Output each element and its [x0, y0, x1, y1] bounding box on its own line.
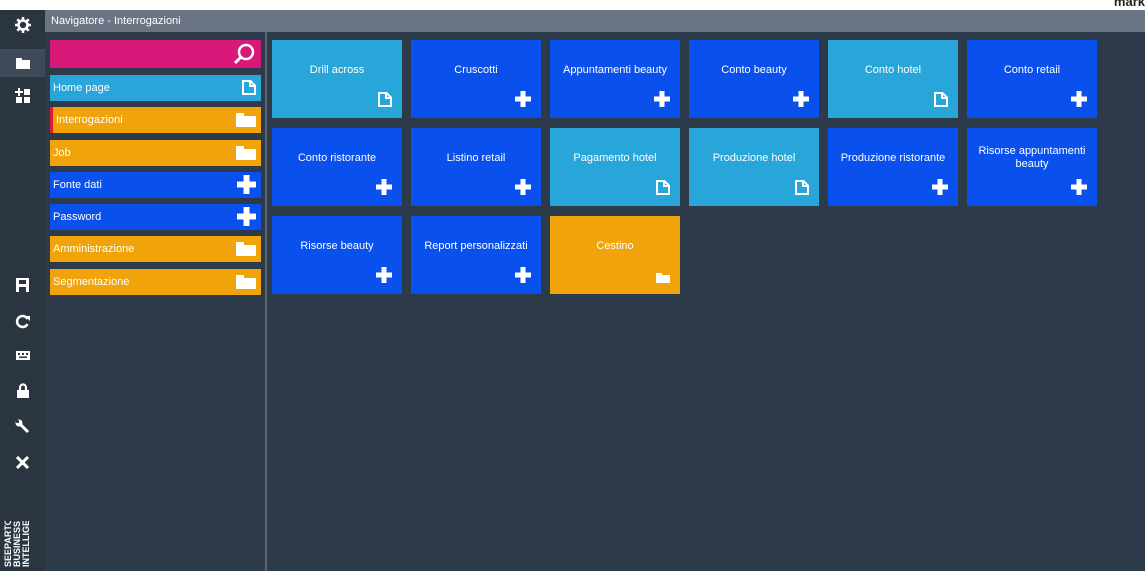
- document-icon: [378, 92, 392, 110]
- tile[interactable]: Drill across: [272, 40, 402, 118]
- document-icon: [242, 79, 256, 105]
- nav-item[interactable]: Interrogazioni: [50, 107, 261, 133]
- folder-icon: [236, 144, 256, 170]
- plus-icon: [932, 179, 948, 198]
- plus-icon: [1071, 91, 1087, 110]
- plus-icon: [376, 267, 392, 286]
- plus-icon: [237, 207, 256, 236]
- close-icon[interactable]: [0, 448, 45, 476]
- tile-label: Produzione ristorante: [840, 152, 946, 164]
- tile-label: Conto beauty: [721, 64, 787, 76]
- nav-item[interactable]: Segmentazione: [50, 269, 261, 295]
- brand-logo: SEEPARTOUT BUSINESS INTELLIGENCE: [4, 521, 31, 567]
- nav-item-label: Fonte dati: [53, 179, 102, 191]
- lock-icon[interactable]: [0, 376, 45, 404]
- tile[interactable]: Produzione ristorante: [828, 128, 958, 206]
- tile[interactable]: Conto ristorante: [272, 128, 402, 206]
- folder-icon: [236, 273, 256, 299]
- nav-item-label: Home page: [53, 82, 110, 94]
- nav-item-label: Job: [53, 147, 71, 159]
- search-icon[interactable]: [233, 43, 255, 70]
- folder-icon: [236, 240, 256, 266]
- plus-icon: [376, 179, 392, 198]
- app-window: SEEPARTOUT BUSINESS INTELLIGENCE Navigat…: [0, 10, 1145, 571]
- nav-item-label: Segmentazione: [53, 276, 130, 288]
- tile[interactable]: Report personalizzati: [411, 216, 541, 294]
- nav-item[interactable]: Fonte dati: [50, 172, 261, 198]
- plus-icon: [515, 179, 531, 198]
- nav-item[interactable]: Job: [50, 140, 261, 166]
- folder-icon: [656, 273, 670, 286]
- nav-item[interactable]: Password: [50, 204, 261, 230]
- tile-label: Produzione hotel: [712, 152, 796, 164]
- plus-icon: [515, 267, 531, 286]
- plus-icon: [654, 91, 670, 110]
- nav-item-label: Amministrazione: [53, 243, 135, 255]
- plus-icon: [1071, 179, 1087, 198]
- tile-label: Conto hotel: [864, 64, 922, 76]
- plus-icon: [793, 91, 809, 110]
- folder-icon: [236, 111, 256, 137]
- document-icon: [656, 180, 670, 198]
- keyboard-icon[interactable]: [0, 341, 45, 369]
- corner-text: mark: [1113, 0, 1145, 9]
- folder-open-icon[interactable]: [0, 49, 45, 77]
- tile-label: Conto ristorante: [297, 152, 377, 164]
- nav-panel: Home page Interrogazioni Job Fonte dati Pass…: [45, 32, 267, 571]
- nav-item-label: Password: [53, 211, 102, 223]
- tile[interactable]: Conto retail: [967, 40, 1097, 118]
- nav-item-label: Interrogazioni: [56, 114, 123, 126]
- document-icon: [934, 92, 948, 110]
- tile-label: Conto retail: [1003, 64, 1061, 76]
- plus-icon: [237, 175, 256, 204]
- tile-label: Drill across: [309, 64, 365, 76]
- tile[interactable]: Conto hotel: [828, 40, 958, 118]
- save-icon[interactable]: [0, 271, 45, 299]
- tile[interactable]: Pagamento hotel: [550, 128, 680, 206]
- wrench-icon[interactable]: [0, 412, 45, 440]
- tile[interactable]: Cestino: [550, 216, 680, 294]
- nav-item[interactable]: Amministrazione: [50, 236, 261, 262]
- refresh-icon[interactable]: [0, 307, 45, 335]
- tile[interactable]: Conto beauty: [689, 40, 819, 118]
- tile-label: Risorse beauty: [300, 240, 374, 252]
- tile-label: Risorse appuntamenti beauty: [978, 145, 1086, 170]
- left-rail: SEEPARTOUT BUSINESS INTELLIGENCE: [0, 10, 47, 571]
- nav-item[interactable]: Home page: [50, 75, 261, 101]
- tile[interactable]: Produzione hotel: [689, 128, 819, 206]
- tile[interactable]: Cruscotti: [411, 40, 541, 118]
- tile[interactable]: Risorse appuntamenti beauty: [967, 128, 1097, 206]
- tile-label: Report personalizzati: [424, 240, 528, 252]
- tile-label: Cruscotti: [454, 64, 498, 76]
- search-bar[interactable]: [50, 40, 261, 68]
- tile[interactable]: Risorse beauty: [272, 216, 402, 294]
- gear-icon[interactable]: [0, 11, 45, 39]
- tile-label: Appuntamenti beauty: [563, 64, 667, 76]
- window-title: Navigatore - Interrogazioni: [45, 10, 1145, 32]
- plus-icon: [515, 91, 531, 110]
- document-icon: [795, 180, 809, 198]
- tile-label: Listino retail: [446, 152, 506, 164]
- tile-label: Pagamento hotel: [573, 152, 657, 164]
- tile[interactable]: Appuntamenti beauty: [550, 40, 680, 118]
- tile-label: Cestino: [596, 240, 634, 252]
- tile[interactable]: Listino retail: [411, 128, 541, 206]
- add-tiles-icon[interactable]: [0, 82, 45, 110]
